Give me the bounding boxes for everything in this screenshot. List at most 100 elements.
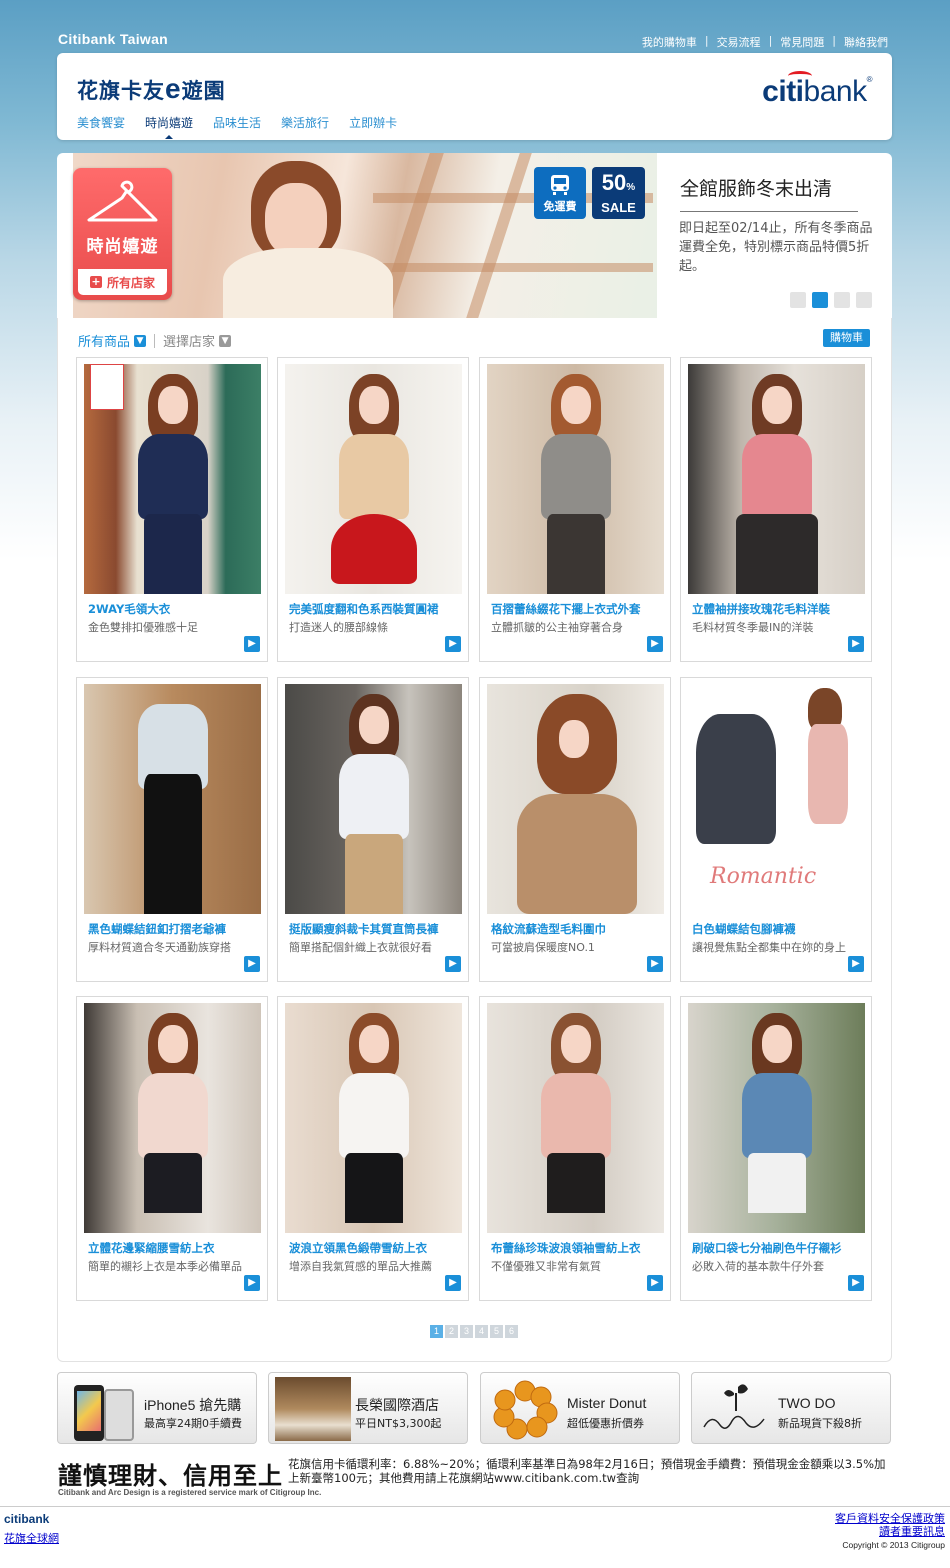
important-notice-link[interactable]: 讀者重要訊息 xyxy=(835,1525,945,1538)
nav-food[interactable]: 美食饗宴 xyxy=(77,114,125,131)
arrow-right-icon[interactable]: ▶ xyxy=(244,1275,260,1291)
product-card[interactable]: 完美弧度翻和色系西裝質圓裙 打造迷人的腰部線條 ▶ xyxy=(277,357,469,662)
product-card[interactable]: 2WAY毛領大衣 金色雙排扣優雅感十足 ▶ xyxy=(76,357,268,662)
slide-dot-1[interactable] xyxy=(790,292,806,308)
nav-apply-card[interactable]: 立即辦卡 xyxy=(349,114,397,131)
all-products-dropdown[interactable]: 所有商品 ▼ xyxy=(78,331,147,350)
sale-badge: 50% SALE xyxy=(592,167,645,219)
footer-divider xyxy=(0,1506,950,1507)
product-card[interactable]: 波浪立領黑色緞帶雪紡上衣 增添自我氣質感的單品大推薦 ▶ xyxy=(277,996,469,1301)
product-title: 刷破口袋七分袖刷色牛仔襯衫 xyxy=(692,1241,842,1255)
promo-mister-donut[interactable]: Mister Donut 超低優惠折價券 xyxy=(480,1372,680,1444)
product-title: 挺版顯瘦斜裁卡其質直筒長褲 xyxy=(289,922,439,936)
product-card[interactable]: 布蕾絲珍珠波浪領袖雪紡上衣 不僅優雅又非常有氣質 ▶ xyxy=(479,996,671,1301)
product-image xyxy=(487,1003,664,1233)
nav-travel[interactable]: 樂活旅行 xyxy=(281,114,329,131)
footer-links: 客戶資料安全保護政策 讀者重要訊息 Copyright © 2013 Citig… xyxy=(835,1512,945,1552)
arrow-right-icon[interactable]: ▶ xyxy=(848,956,864,972)
promo-two-do[interactable]: TWO DO 新品現貨下殺8折 xyxy=(691,1372,891,1444)
product-card[interactable]: 立體袖拼接玫瑰花毛料洋裝 毛料材質冬季最IN的洋裝 ▶ xyxy=(680,357,872,662)
page-1[interactable]: 1 xyxy=(430,1325,443,1338)
global-site-link[interactable]: 花旗全球網 xyxy=(4,1530,59,1546)
romantic-overlay: Romantic xyxy=(710,864,817,889)
category-badge[interactable]: 時尚嬉遊 + 所有店家 xyxy=(73,168,172,300)
nav-lifestyle[interactable]: 品味生活 xyxy=(213,114,261,131)
product-subtitle: 打造迷人的腰部線條 xyxy=(289,621,388,634)
product-card[interactable]: 立體花邊緊縮腰雪紡上衣 簡單的襯衫上衣是本季必備單品 ▶ xyxy=(76,996,268,1301)
product-image xyxy=(487,684,664,914)
copyright: Copyright © 2013 Citigroup xyxy=(842,1540,945,1550)
choose-store-dropdown[interactable]: 選擇店家 ▼ xyxy=(163,331,232,350)
page-2[interactable]: 2 xyxy=(445,1325,458,1338)
hero-banner: 時尚嬉遊 + 所有店家 免運費 50% SALE 全館服飾冬末出清 即日起至02/… xyxy=(57,153,892,318)
nav-fashion[interactable]: 時尚嬉遊 xyxy=(145,114,193,139)
page-5[interactable]: 5 xyxy=(490,1325,503,1338)
arrow-right-icon[interactable]: ▶ xyxy=(848,636,864,652)
site-title[interactable]: 花旗卡友e遊園 xyxy=(77,73,226,105)
promo-iphone5[interactable]: iPhone5 搶先購 最高享24期0手續費 xyxy=(57,1372,257,1444)
product-card[interactable]: 挺版顯瘦斜裁卡其質直筒長褲 簡單搭配個針織上衣就很好看 ▶ xyxy=(277,677,469,982)
product-card[interactable]: 黑色蝴蝶結鈕釦打摺老爺褲 厚料材質適合冬天通勤族穿搭 ▶ xyxy=(76,677,268,982)
arrow-right-icon[interactable]: ▶ xyxy=(848,1275,864,1291)
arrow-right-icon[interactable]: ▶ xyxy=(647,956,663,972)
product-card[interactable]: 刷破口袋七分袖刷色牛仔襯衫 必敗入荷的基本款牛仔外套 ▶ xyxy=(680,996,872,1301)
product-image xyxy=(688,364,865,594)
iphone-image xyxy=(64,1377,140,1441)
site-header: 花旗卡友e遊園 citibank® 美食饗宴 時尚嬉遊 品味生活 樂活旅行 立即… xyxy=(57,53,892,140)
arrow-right-icon[interactable]: ▶ xyxy=(445,1275,461,1291)
cart-button[interactable]: 購物車 xyxy=(823,329,870,347)
filter-bar: 所有商品 ▼ 選擇店家 ▼ xyxy=(78,331,232,350)
product-image xyxy=(285,1003,462,1233)
truck-icon xyxy=(551,175,569,195)
product-image xyxy=(84,364,261,594)
privacy-policy-link[interactable]: 客戶資料安全保護政策 xyxy=(835,1512,945,1525)
top-bar: Citibank Taiwan 我的購物車 | 交易流程 | 常見問題 | 聯絡我們 xyxy=(58,31,892,51)
all-stores-button[interactable]: + 所有店家 xyxy=(78,269,167,295)
promo-evergreen-hotel[interactable]: 長榮國際酒店 平日NT$3,300起 xyxy=(268,1372,468,1444)
slide-dot-3[interactable] xyxy=(834,292,850,308)
footer-citibank-logo[interactable]: citibank xyxy=(4,1512,49,1526)
chevron-down-icon: ▼ xyxy=(219,334,232,347)
page-6[interactable]: 6 xyxy=(505,1325,518,1338)
slide-indicators xyxy=(790,292,878,308)
product-card[interactable]: Romantic 白色蝴蝶結包腳褲襪 讓視覺焦點全都集中在妳的身上 ▶ xyxy=(680,677,872,982)
plus-icon: + xyxy=(89,275,102,288)
legal-text: 花旗信用卡循環利率：6.88%~20%；循環利率基準日為98年2月16日；預借現… xyxy=(288,1457,886,1485)
arrow-right-icon[interactable]: ▶ xyxy=(445,956,461,972)
my-cart-link[interactable]: 我的購物車 xyxy=(642,34,697,50)
faq-link[interactable]: 常見問題 xyxy=(780,34,824,50)
product-subtitle: 金色雙排扣優雅感十足 xyxy=(88,621,198,634)
product-title: 波浪立領黑色緞帶雪紡上衣 xyxy=(289,1241,427,1255)
page-3[interactable]: 3 xyxy=(460,1325,473,1338)
donut-image xyxy=(487,1377,563,1441)
chevron-down-icon: ▼ xyxy=(134,334,147,347)
arrow-right-icon[interactable]: ▶ xyxy=(244,636,260,652)
product-subtitle: 必敗入荷的基本款牛仔外套 xyxy=(692,1260,824,1273)
contact-us-link[interactable]: 聯絡我們 xyxy=(844,34,888,50)
citibank-logo[interactable]: citibank® xyxy=(762,71,873,109)
arrow-right-icon[interactable]: ▶ xyxy=(647,1275,663,1291)
arrow-right-icon[interactable]: ▶ xyxy=(647,636,663,652)
product-title: 百摺蕾絲綴花下擺上衣式外套 xyxy=(491,602,641,616)
product-subtitle: 簡單的襯衫上衣是本季必備單品 xyxy=(88,1260,242,1273)
product-subtitle: 讓視覺焦點全都集中在妳的身上 xyxy=(692,941,846,954)
transaction-flow-link[interactable]: 交易流程 xyxy=(717,34,761,50)
product-title: 立體袖拼接玫瑰花毛料洋裝 xyxy=(692,602,830,616)
slide-dot-2[interactable] xyxy=(812,292,828,308)
product-title: 格紋流蘇造型毛料圍巾 xyxy=(491,922,606,936)
product-subtitle: 立體抓皺的公主袖穿著合身 xyxy=(491,621,623,634)
product-subtitle: 簡單搭配個針織上衣就很好看 xyxy=(289,941,432,954)
product-title: 布蕾絲珍珠波浪領袖雪紡上衣 xyxy=(491,1241,641,1255)
product-subtitle: 增添自我氣質感的單品大推薦 xyxy=(289,1260,432,1273)
slide-dot-4[interactable] xyxy=(856,292,872,308)
pagination: 1 2 3 4 5 6 xyxy=(430,1325,520,1338)
slogan: 謹慎理財、信用至上 xyxy=(58,1462,283,1490)
arrow-right-icon[interactable]: ▶ xyxy=(244,956,260,972)
arrow-right-icon[interactable]: ▶ xyxy=(445,636,461,652)
product-card[interactable]: 百摺蕾絲綴花下擺上衣式外套 立體抓皺的公主袖穿著合身 ▶ xyxy=(479,357,671,662)
product-subtitle: 厚料材質適合冬天通勤族穿搭 xyxy=(88,941,231,954)
page-4[interactable]: 4 xyxy=(475,1325,488,1338)
product-card[interactable]: 格紋流蘇造型毛料圍巾 可當披肩保暖度NO.1 ▶ xyxy=(479,677,671,982)
product-image xyxy=(84,1003,261,1233)
product-image xyxy=(285,684,462,914)
